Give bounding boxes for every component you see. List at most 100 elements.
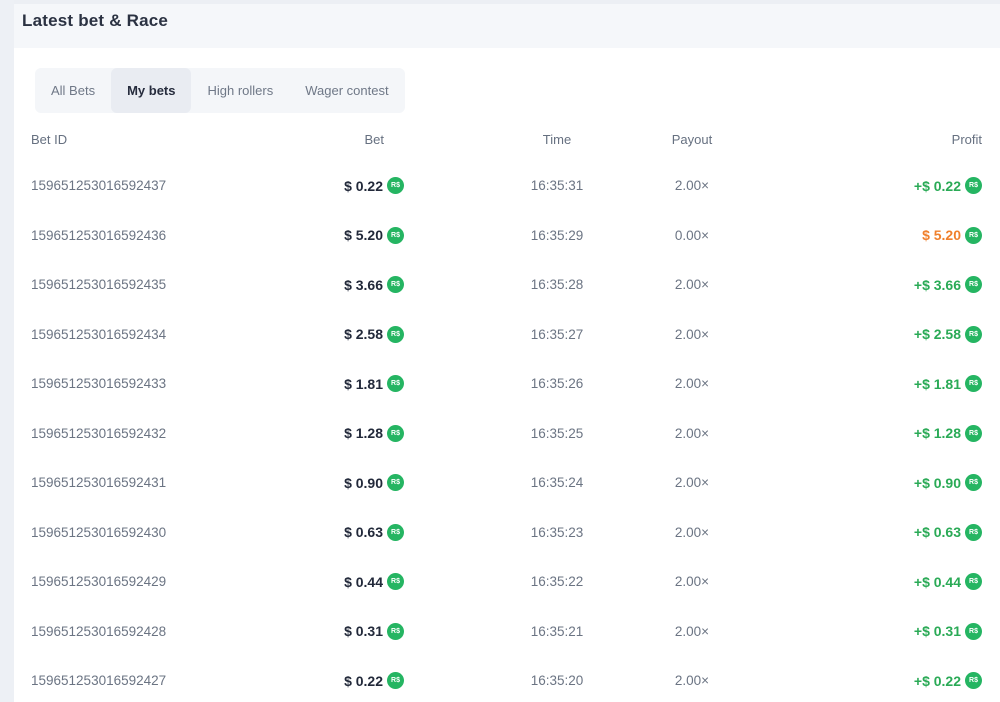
tab-label: Wager contest — [305, 83, 388, 98]
bet-id-cell: 159651253016592435 — [22, 277, 282, 292]
profit-amount: +$ 0.22 — [914, 673, 961, 689]
brl-currency-icon: R$ — [387, 375, 404, 392]
brl-currency-icon: R$ — [965, 524, 982, 541]
time-cell: 16:35:31 — [472, 178, 642, 193]
bet-amount: $ 5.20 — [344, 227, 383, 243]
profit-cell: +$ 0.22 R$ — [742, 672, 990, 689]
brl-currency-icon: R$ — [387, 425, 404, 442]
column-header-bet: Bet — [282, 132, 404, 147]
profit-cell: +$ 3.66 R$ — [742, 276, 990, 293]
time-cell: 16:35:23 — [472, 525, 642, 540]
brl-currency-icon: R$ — [387, 474, 404, 491]
column-header-bet-id: Bet ID — [22, 132, 282, 147]
bet-amount: $ 0.22 — [344, 178, 383, 194]
tab-my-bets[interactable]: My bets — [111, 68, 191, 113]
tab-label: All Bets — [51, 83, 95, 98]
bet-amount: $ 2.58 — [344, 326, 383, 342]
profit-cell: +$ 0.90 R$ — [742, 474, 990, 491]
table-row[interactable]: 159651253016592437 $ 0.22 R$ 16:35:31 2.… — [22, 161, 990, 211]
brl-currency-icon: R$ — [965, 227, 982, 244]
payout-cell: 2.00× — [642, 574, 742, 589]
profit-amount: $ 5.20 — [922, 227, 961, 243]
bet-id-cell: 159651253016592428 — [22, 624, 282, 639]
table-row[interactable]: 159651253016592427 $ 0.22 R$ 16:35:20 2.… — [22, 656, 990, 702]
bet-amount: $ 3.66 — [344, 277, 383, 293]
latest-bets-panel: All Bets My bets High rollers Wager cont… — [0, 48, 1000, 702]
table-row[interactable]: 159651253016592435 $ 3.66 R$ 16:35:28 2.… — [22, 260, 990, 310]
bet-amount: $ 1.28 — [344, 425, 383, 441]
payout-cell: 2.00× — [642, 525, 742, 540]
brl-currency-icon: R$ — [965, 177, 982, 194]
profit-cell: +$ 1.28 R$ — [742, 425, 990, 442]
time-cell: 16:35:27 — [472, 327, 642, 342]
tab-bar: All Bets My bets High rollers Wager cont… — [35, 68, 405, 113]
column-header-time: Time — [472, 132, 642, 147]
payout-cell: 2.00× — [642, 475, 742, 490]
table-row[interactable]: 159651253016592431 $ 0.90 R$ 16:35:24 2.… — [22, 458, 990, 508]
tab-wager-contest[interactable]: Wager contest — [289, 68, 404, 113]
payout-cell: 2.00× — [642, 376, 742, 391]
bet-amount-cell: $ 0.22 R$ — [282, 177, 404, 194]
bet-amount-cell: $ 0.90 R$ — [282, 474, 404, 491]
time-cell: 16:35:21 — [472, 624, 642, 639]
table-row[interactable]: 159651253016592432 $ 1.28 R$ 16:35:25 2.… — [22, 409, 990, 459]
profit-amount: +$ 1.81 — [914, 376, 961, 392]
bet-id-cell: 159651253016592437 — [22, 178, 282, 193]
profit-amount: +$ 0.63 — [914, 524, 961, 540]
brl-currency-icon: R$ — [387, 177, 404, 194]
bet-amount-cell: $ 0.22 R$ — [282, 672, 404, 689]
table-row[interactable]: 159651253016592430 $ 0.63 R$ 16:35:23 2.… — [22, 508, 990, 558]
bet-amount-cell: $ 1.28 R$ — [282, 425, 404, 442]
table-header-row: Bet ID Bet Time Payout Profit — [22, 117, 990, 161]
bet-amount-cell: $ 0.44 R$ — [282, 573, 404, 590]
table-row[interactable]: 159651253016592436 $ 5.20 R$ 16:35:29 0.… — [22, 211, 990, 261]
profit-amount: +$ 3.66 — [914, 277, 961, 293]
tab-label: High rollers — [207, 83, 273, 98]
page-edge-strip — [0, 0, 14, 702]
brl-currency-icon: R$ — [965, 276, 982, 293]
profit-cell: +$ 0.44 R$ — [742, 573, 990, 590]
brl-currency-icon: R$ — [965, 474, 982, 491]
bet-id-cell: 159651253016592436 — [22, 228, 282, 243]
table-row[interactable]: 159651253016592428 $ 0.31 R$ 16:35:21 2.… — [22, 607, 990, 657]
table-row[interactable]: 159651253016592433 $ 1.81 R$ 16:35:26 2.… — [22, 359, 990, 409]
payout-cell: 2.00× — [642, 673, 742, 688]
table-row[interactable]: 159651253016592429 $ 0.44 R$ 16:35:22 2.… — [22, 557, 990, 607]
brl-currency-icon: R$ — [387, 524, 404, 541]
tab-high-rollers[interactable]: High rollers — [191, 68, 289, 113]
profit-cell: +$ 0.63 R$ — [742, 524, 990, 541]
profit-amount: +$ 0.31 — [914, 623, 961, 639]
column-header-payout: Payout — [642, 132, 742, 147]
brl-currency-icon: R$ — [387, 227, 404, 244]
payout-cell: 0.00× — [642, 228, 742, 243]
bet-id-cell: 159651253016592433 — [22, 376, 282, 391]
tab-label: My bets — [127, 83, 175, 98]
bet-amount-cell: $ 5.20 R$ — [282, 227, 404, 244]
bet-amount-cell: $ 1.81 R$ — [282, 375, 404, 392]
page-title: Latest bet & Race — [22, 11, 168, 31]
time-cell: 16:35:26 — [472, 376, 642, 391]
profit-amount: +$ 2.58 — [914, 326, 961, 342]
tab-all-bets[interactable]: All Bets — [35, 68, 111, 113]
bet-amount: $ 0.44 — [344, 574, 383, 590]
bet-amount-cell: $ 2.58 R$ — [282, 326, 404, 343]
brl-currency-icon: R$ — [387, 623, 404, 640]
time-cell: 16:35:25 — [472, 426, 642, 441]
bet-amount: $ 0.63 — [344, 524, 383, 540]
payout-cell: 2.00× — [642, 277, 742, 292]
bet-id-cell: 159651253016592429 — [22, 574, 282, 589]
table-row[interactable]: 159651253016592434 $ 2.58 R$ 16:35:27 2.… — [22, 310, 990, 360]
time-cell: 16:35:29 — [472, 228, 642, 243]
brl-currency-icon: R$ — [965, 425, 982, 442]
bet-id-cell: 159651253016592434 — [22, 327, 282, 342]
brl-currency-icon: R$ — [965, 326, 982, 343]
bet-amount: $ 0.22 — [344, 673, 383, 689]
profit-cell: $ 5.20 R$ — [742, 227, 990, 244]
time-cell: 16:35:22 — [472, 574, 642, 589]
brl-currency-icon: R$ — [387, 672, 404, 689]
time-cell: 16:35:28 — [472, 277, 642, 292]
profit-amount: +$ 0.22 — [914, 178, 961, 194]
payout-cell: 2.00× — [642, 327, 742, 342]
brl-currency-icon: R$ — [387, 326, 404, 343]
profit-amount: +$ 1.28 — [914, 425, 961, 441]
